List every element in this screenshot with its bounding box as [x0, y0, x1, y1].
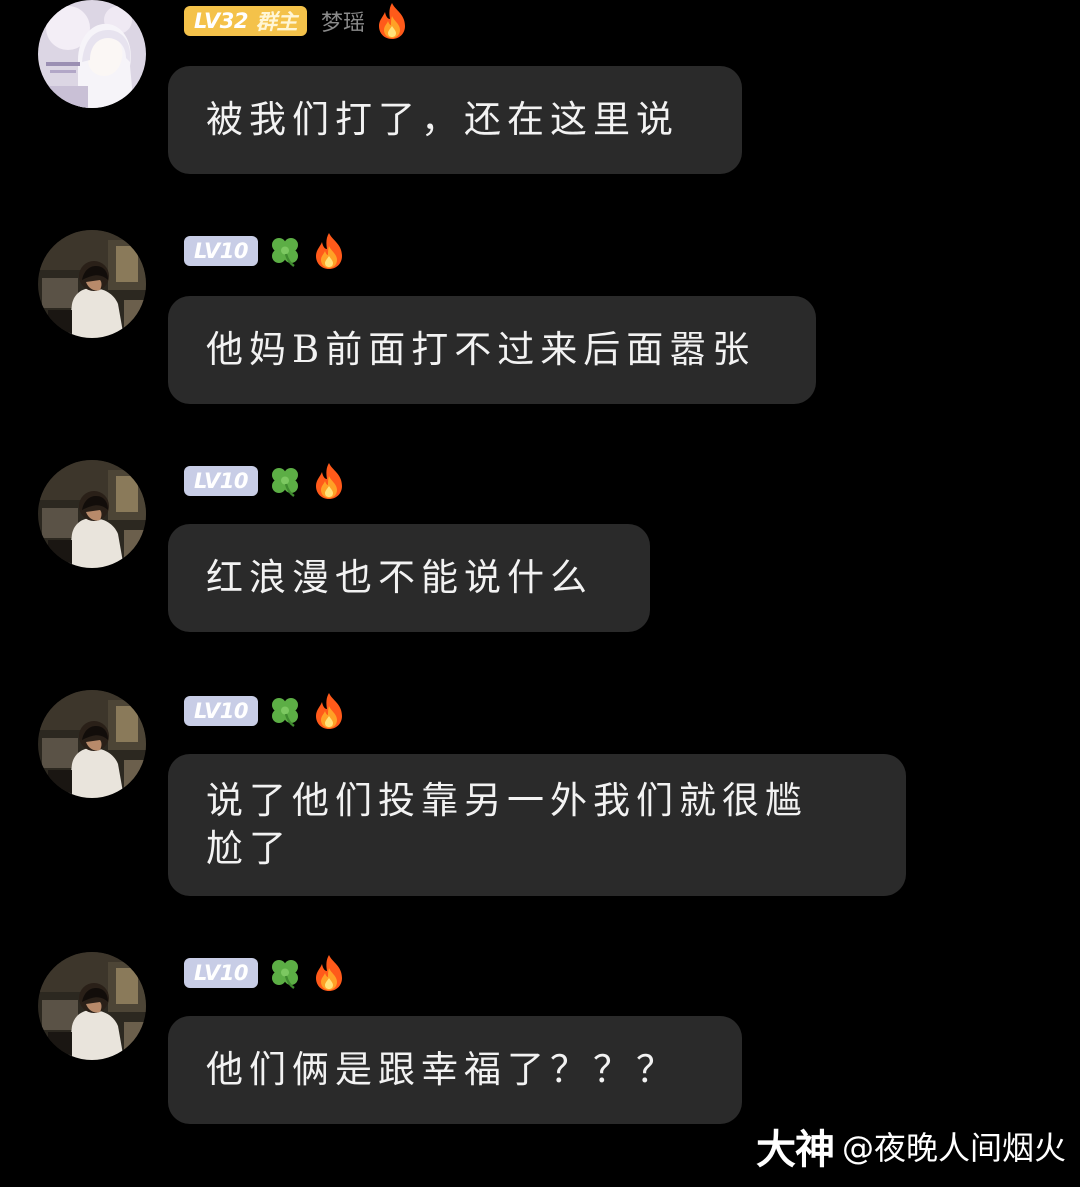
- boy-photo-avatar-image: [38, 690, 146, 798]
- boy-photo-avatar-image: [38, 952, 146, 1060]
- message-bubble[interactable]: 他妈B前面打不过来后面嚣张: [168, 296, 816, 404]
- message-bubble[interactable]: 被我们打了，还在这里说: [168, 66, 742, 174]
- role-badge: 群主: [255, 9, 298, 34]
- avatar[interactable]: [38, 0, 146, 108]
- level-text: LV10: [194, 239, 248, 263]
- message-text-line: 说了他们投靠另一外我们就很尴: [206, 779, 808, 822]
- message-text: 被我们打了，还在这里说: [206, 98, 679, 141]
- level-text: LV10: [194, 469, 248, 493]
- username[interactable]: 梦瑶: [321, 5, 365, 37]
- level-text: LV10: [194, 699, 248, 723]
- boy-photo-avatar-image: [38, 230, 146, 338]
- avatar[interactable]: [38, 952, 146, 1060]
- clover-icon: [268, 956, 302, 990]
- level-badge: LV32 群主: [184, 6, 307, 36]
- clover-icon: [268, 464, 302, 498]
- message-text: 他妈B前面打不过来后面嚣张: [206, 328, 756, 371]
- fire-icon: [375, 2, 409, 40]
- level-badge: LV10: [184, 466, 258, 496]
- message-text: 他们俩是跟幸福了？？？: [206, 1048, 679, 1091]
- message-text: 红浪漫也不能说什么: [206, 556, 593, 599]
- anime-girl-avatar-image: [38, 0, 146, 108]
- message-text-line: 尬了: [206, 827, 292, 870]
- fire-icon: [312, 232, 346, 270]
- watermark-logo: 大神: [755, 1127, 835, 1173]
- chat-list: LV32 群主 梦瑶 被我们打了，还在这里说 LV10 他妈B前面打不过来后面嚣…: [0, 0, 1080, 1187]
- boy-photo-avatar-image: [38, 460, 146, 568]
- message-bubble[interactable]: 红浪漫也不能说什么: [168, 524, 650, 632]
- clover-icon: [268, 694, 302, 728]
- sender-meta: LV32 群主 梦瑶: [184, 2, 409, 40]
- level-badge: LV10: [184, 236, 258, 266]
- level-text: LV32: [194, 9, 248, 33]
- avatar[interactable]: [38, 230, 146, 338]
- sender-meta: LV10: [184, 954, 346, 992]
- sender-meta: LV10: [184, 232, 346, 270]
- level-text: LV10: [194, 961, 248, 985]
- sender-meta: LV10: [184, 462, 346, 500]
- level-badge: LV10: [184, 958, 258, 988]
- fire-icon: [312, 692, 346, 730]
- message-bubble[interactable]: 他们俩是跟幸福了？？？: [168, 1016, 742, 1124]
- avatar[interactable]: [38, 690, 146, 798]
- watermark-handle: @夜晚人间烟火: [841, 1129, 1066, 1167]
- clover-icon: [268, 234, 302, 268]
- fire-icon: [312, 954, 346, 992]
- sender-meta: LV10: [184, 692, 346, 730]
- message-text: 说了他们投靠另一外我们就很尴 尬了: [206, 777, 808, 873]
- message-bubble[interactable]: 说了他们投靠另一外我们就很尴 尬了: [168, 754, 906, 896]
- avatar[interactable]: [38, 460, 146, 568]
- watermark: 大神 @夜晚人间烟火: [756, 1117, 1066, 1175]
- fire-icon: [312, 462, 346, 500]
- level-badge: LV10: [184, 696, 258, 726]
